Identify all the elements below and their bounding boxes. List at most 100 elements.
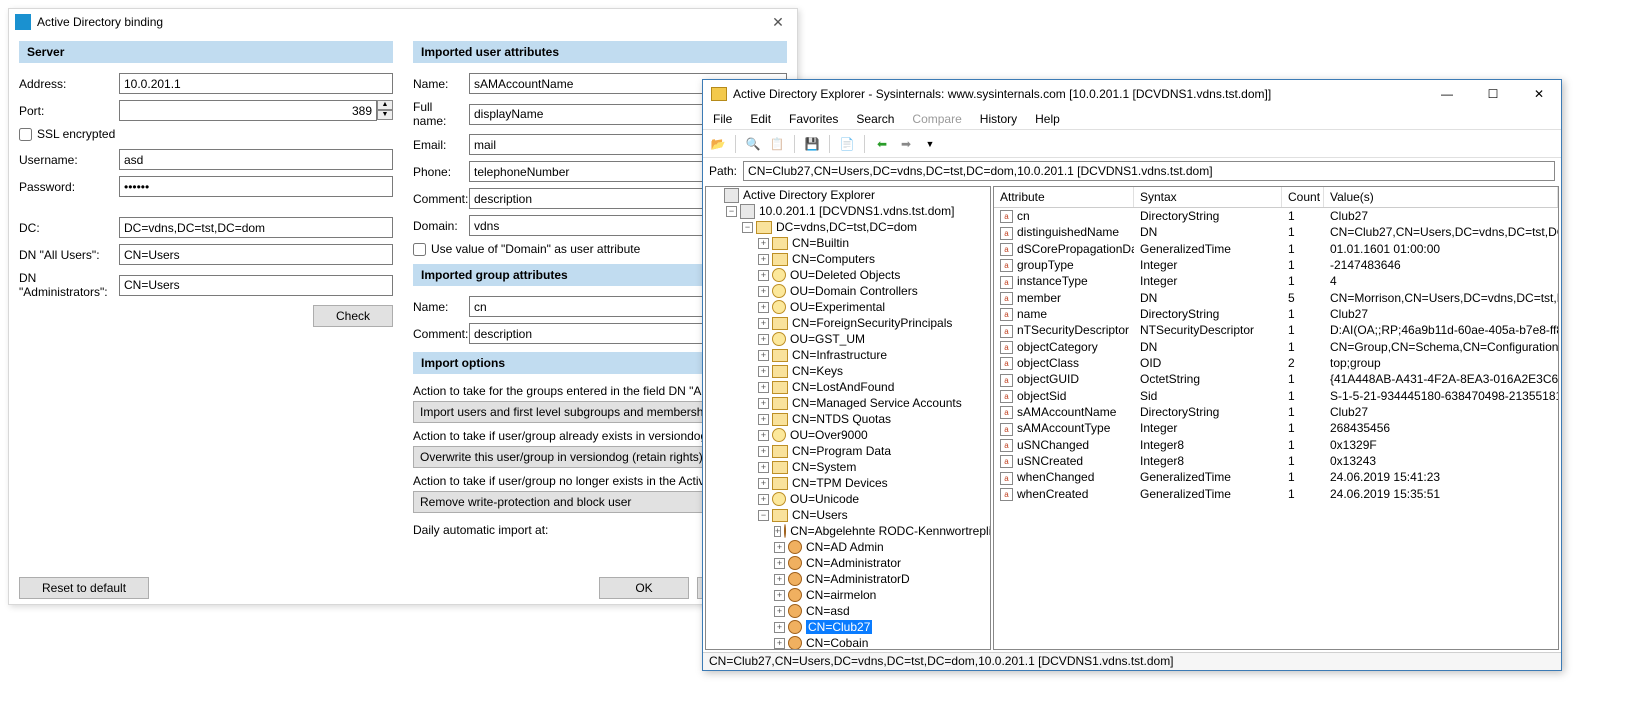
title-bar: Active Directory Explorer - Sysinternals… xyxy=(703,80,1561,108)
grid-row[interactable]: auSNChangedInteger810x1329F xyxy=(994,437,1558,453)
grid-row[interactable]: anTSecurityDescriptorNTSecurityDescripto… xyxy=(994,322,1558,338)
tree-item[interactable]: +OU=Over9000 xyxy=(706,427,990,443)
grid-row[interactable]: asAMAccountNameDirectoryString1Club27 xyxy=(994,404,1558,420)
attributes-grid[interactable]: AttributeSyntaxCountValue(s)acnDirectory… xyxy=(993,186,1559,650)
menu-compare[interactable]: Compare xyxy=(912,112,961,126)
ad-explorer-window: Active Directory Explorer - Sysinternals… xyxy=(702,79,1562,671)
check-button[interactable]: Check xyxy=(313,305,393,327)
tree-item[interactable]: +CN=airmelon xyxy=(706,587,990,603)
comment-label: Comment: xyxy=(413,192,469,206)
tree-item[interactable]: +CN=AD Admin xyxy=(706,539,990,555)
ad-binding-window: Active Directory binding ✕ Server Addres… xyxy=(8,8,798,605)
open-icon[interactable]: 📂 xyxy=(709,135,727,153)
grid-row[interactable]: agroupTypeInteger1-2147483646 xyxy=(994,257,1558,273)
tree-item[interactable]: +OU=Domain Controllers xyxy=(706,283,990,299)
usedomain-label: Use value of "Domain" as user attribute xyxy=(431,242,640,256)
tree-item[interactable]: +OU=Unicode xyxy=(706,491,990,507)
grid-row[interactable]: auSNCreatedInteger810x13243 xyxy=(994,453,1558,469)
window-title: Active Directory Explorer - Sysinternals… xyxy=(733,87,1271,101)
grid-row[interactable]: aobjectGUIDOctetString1{41A448AB-A431-4F… xyxy=(994,371,1558,387)
menu-file[interactable]: File xyxy=(713,112,732,126)
tree-item[interactable]: +CN=Administrator xyxy=(706,555,990,571)
tree-item[interactable]: +OU=Experimental xyxy=(706,299,990,315)
snapshot-icon[interactable]: 📋 xyxy=(768,135,786,153)
dnadmin-input[interactable] xyxy=(119,275,393,296)
grid-header[interactable]: AttributeSyntaxCountValue(s) xyxy=(994,187,1558,208)
tree-item[interactable]: −10.0.201.1 [DCVDNS1.vdns.tst.dom] xyxy=(706,203,990,219)
tree-item[interactable]: +CN=Builtin xyxy=(706,235,990,251)
address-input[interactable] xyxy=(119,73,393,94)
tree-item[interactable]: +CN=LostAndFound xyxy=(706,379,990,395)
tree-item[interactable]: +CN=Keys xyxy=(706,363,990,379)
grid-row[interactable]: asAMAccountTypeInteger1268435456 xyxy=(994,420,1558,436)
path-label: Path: xyxy=(709,164,737,178)
tree-item[interactable]: +OU=Deleted Objects xyxy=(706,267,990,283)
path-input[interactable] xyxy=(743,161,1555,181)
tree-item[interactable]: Active Directory Explorer xyxy=(706,187,990,203)
grid-row[interactable]: adistinguishedNameDN1CN=Club27,CN=Users,… xyxy=(994,224,1558,240)
usedomain-checkbox[interactable] xyxy=(413,243,426,256)
tree-item[interactable]: +CN=TPM Devices xyxy=(706,475,990,491)
tree-item[interactable]: +CN=Managed Service Accounts xyxy=(706,395,990,411)
grid-row[interactable]: aobjectCategoryDN1CN=Group,CN=Schema,CN=… xyxy=(994,339,1558,355)
grid-row[interactable]: adSCorePropagationDataGeneralizedTime101… xyxy=(994,241,1558,257)
grid-row[interactable]: awhenCreatedGeneralizedTime124.06.2019 1… xyxy=(994,486,1558,502)
refresh-icon[interactable]: 🔍 xyxy=(744,135,762,153)
tree-item[interactable]: +CN=Cobain xyxy=(706,635,990,650)
menu-favorites[interactable]: Favorites xyxy=(789,112,838,126)
grid-row[interactable]: anameDirectoryString1Club27 xyxy=(994,306,1558,322)
grid-row[interactable]: acnDirectoryString1Club27 xyxy=(994,208,1558,224)
tree-item[interactable]: +CN=Infrastructure xyxy=(706,347,990,363)
reset-button[interactable]: Reset to default xyxy=(19,577,149,599)
password-input[interactable] xyxy=(119,176,393,197)
password-label: Password: xyxy=(19,180,119,194)
tree-item[interactable]: +CN=NTDS Quotas xyxy=(706,411,990,427)
name-label: Name: xyxy=(413,77,469,91)
menu-history[interactable]: History xyxy=(980,112,1017,126)
tree-item[interactable]: +CN=Program Data xyxy=(706,443,990,459)
ok-button[interactable]: OK xyxy=(599,577,689,599)
forward-icon[interactable]: ➡ xyxy=(897,135,915,153)
ssl-checkbox[interactable] xyxy=(19,128,32,141)
address-label: Address: xyxy=(19,77,119,91)
status-bar: CN=Club27,CN=Users,DC=vdns,DC=tst,DC=dom… xyxy=(703,652,1561,670)
close-icon[interactable]: ✕ xyxy=(1525,87,1553,101)
dnall-input[interactable] xyxy=(119,244,393,265)
port-spinner[interactable]: ▲▼ xyxy=(377,100,393,121)
maximize-icon[interactable]: ☐ xyxy=(1479,87,1507,101)
menu-help[interactable]: Help xyxy=(1035,112,1060,126)
username-input[interactable] xyxy=(119,149,393,170)
grid-row[interactable]: awhenChangedGeneralizedTime124.06.2019 1… xyxy=(994,469,1558,485)
save-icon[interactable]: 💾 xyxy=(803,135,821,153)
tree-item[interactable]: +CN=ForeignSecurityPrincipals xyxy=(706,315,990,331)
minimize-icon[interactable]: — xyxy=(1433,87,1461,101)
tree-item[interactable]: +CN=asd xyxy=(706,603,990,619)
grid-row[interactable]: amemberDN5CN=Morrison,CN=Users,DC=vdns,D… xyxy=(994,290,1558,306)
menu-search[interactable]: Search xyxy=(856,112,894,126)
grid-row[interactable]: aobjectSidSid1S-1-5-21-934445180-6384704… xyxy=(994,388,1558,404)
tree-item[interactable]: +OU=GST_UM xyxy=(706,331,990,347)
domain-label: Domain: xyxy=(413,219,469,233)
grid-row[interactable]: aobjectClassOID2top;group xyxy=(994,355,1558,371)
back-icon[interactable]: ⬅ xyxy=(873,135,891,153)
menu-bar: File Edit Favorites Search Compare Histo… xyxy=(703,108,1561,130)
tree-item[interactable]: +CN=System xyxy=(706,459,990,475)
tree-item[interactable]: −DC=vdns,DC=tst,DC=dom xyxy=(706,219,990,235)
tree-item[interactable]: +CN=Abgelehnte RODC-Kennwortreplikations… xyxy=(706,523,990,539)
grid-row[interactable]: ainstanceTypeInteger14 xyxy=(994,273,1558,289)
properties-icon[interactable]: 📄 xyxy=(838,135,856,153)
window-title: Active Directory binding xyxy=(37,15,163,29)
tree-item[interactable]: +CN=Club27 xyxy=(706,619,990,635)
tree-item[interactable]: +CN=Computers xyxy=(706,251,990,267)
dnadmin-label: DN "Administrators": xyxy=(19,271,119,299)
history-dropdown-icon[interactable]: ▼ xyxy=(921,135,939,153)
tree-item[interactable]: +CN=AdministratorD xyxy=(706,571,990,587)
dc-input[interactable] xyxy=(119,217,393,238)
tree-pane[interactable]: Active Directory Explorer−10.0.201.1 [DC… xyxy=(705,186,991,650)
port-input[interactable] xyxy=(119,100,377,121)
port-label: Port: xyxy=(19,104,119,118)
tree-item[interactable]: −CN=Users xyxy=(706,507,990,523)
menu-edit[interactable]: Edit xyxy=(750,112,771,126)
phone-label: Phone: xyxy=(413,165,469,179)
close-icon[interactable]: ✕ xyxy=(765,9,791,35)
